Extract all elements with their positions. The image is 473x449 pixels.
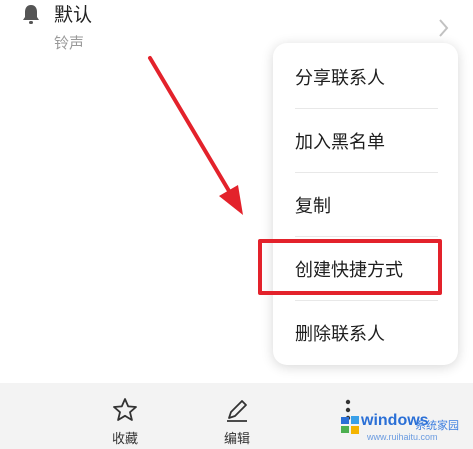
contact-detail-screen: 默认 铃声 分享联系人 加入黑名单 复制 创建快捷方式 删除联系人 收藏 编辑 … bbox=[0, 0, 473, 449]
chevron-right-icon bbox=[439, 19, 449, 37]
star-icon bbox=[113, 398, 137, 421]
edit-button[interactable]: 编辑 bbox=[202, 383, 272, 449]
menu-item-label: 删除联系人 bbox=[295, 323, 385, 345]
menu-item-delete-contact[interactable]: 删除联系人 bbox=[273, 301, 458, 364]
windows-logo-icon bbox=[341, 416, 359, 434]
menu-item-share-contact[interactable]: 分享联系人 bbox=[273, 45, 458, 108]
ringtone-label: 铃声 bbox=[54, 34, 85, 52]
menu-item-label: 分享联系人 bbox=[295, 67, 385, 89]
menu-item-copy[interactable]: 复制 bbox=[273, 173, 458, 236]
edit-pencil-icon bbox=[227, 400, 247, 422]
ringtone-value: 默认 bbox=[54, 4, 93, 26]
annotation-highlight-box bbox=[258, 239, 442, 295]
bell-icon bbox=[23, 5, 39, 24]
edit-label: 编辑 bbox=[223, 432, 250, 447]
watermark-brand-suffix: 系统家园 bbox=[415, 419, 459, 432]
favorite-label: 收藏 bbox=[111, 432, 138, 447]
watermark: windows 系统家园 www.ruihaitu.com bbox=[337, 408, 469, 446]
favorite-button[interactable]: 收藏 bbox=[90, 383, 160, 449]
watermark-url: www.ruihaitu.com bbox=[367, 432, 438, 442]
overflow-menu: 分享联系人 加入黑名单 复制 创建快捷方式 删除联系人 bbox=[273, 43, 458, 365]
menu-item-label: 复制 bbox=[295, 195, 331, 217]
menu-item-add-to-blacklist[interactable]: 加入黑名单 bbox=[273, 109, 458, 172]
menu-item-label: 加入黑名单 bbox=[295, 131, 385, 153]
